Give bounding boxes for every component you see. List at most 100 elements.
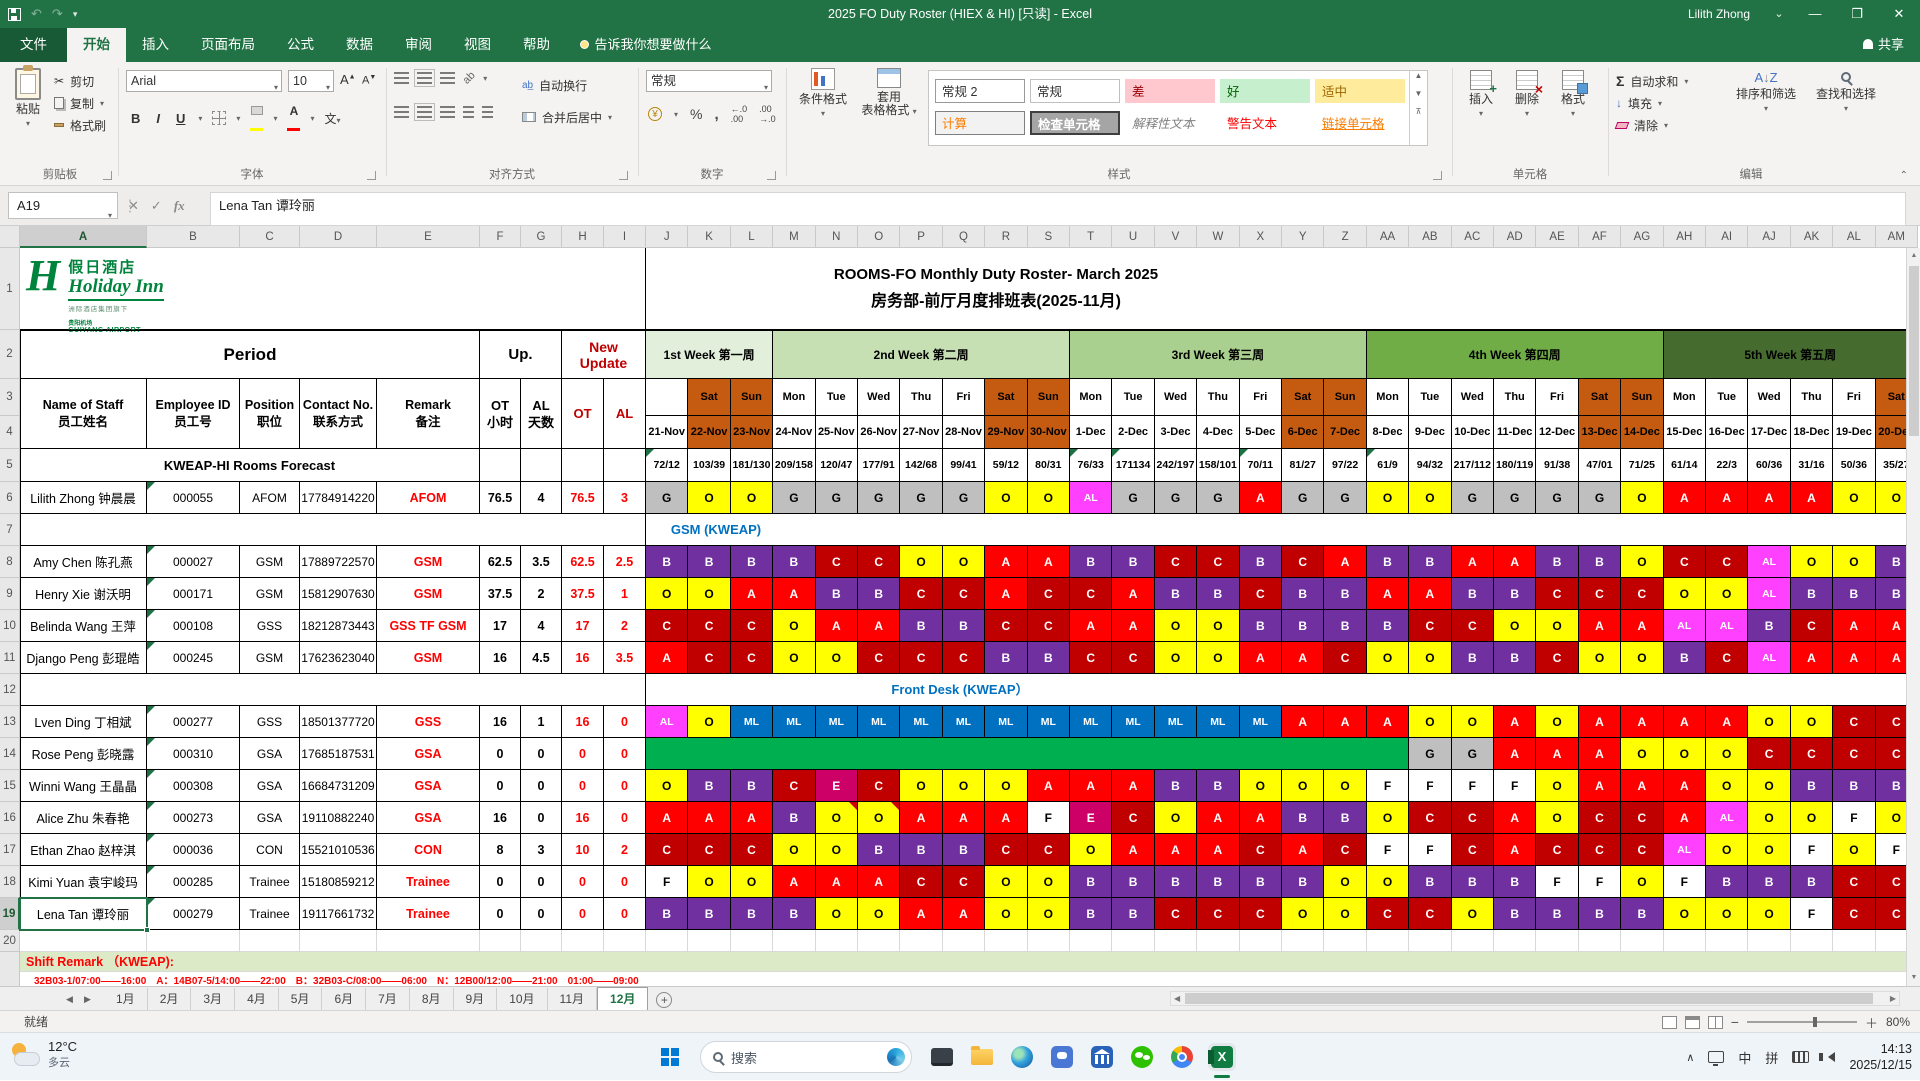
font-size-combo[interactable]: 10 ▾ (288, 70, 334, 92)
shift-cell[interactable]: A (1706, 482, 1749, 514)
shift-cell[interactable]: G (1451, 738, 1494, 770)
shift-cell[interactable]: B (1154, 578, 1198, 610)
format-cells-button[interactable]: 格式 ▾ (1552, 70, 1594, 120)
shift-cell[interactable]: A (773, 578, 816, 610)
staff-contact[interactable]: 16684731209 (300, 770, 377, 802)
shift-cell[interactable]: O (942, 770, 986, 802)
fill-color-icon[interactable] (250, 104, 264, 132)
shift-cell[interactable]: A (1494, 546, 1537, 578)
orientation-icon[interactable]: ab (461, 69, 478, 86)
column-header-F[interactable]: F (480, 226, 521, 248)
column-header-O[interactable]: O (858, 226, 901, 248)
column-header-AA[interactable]: AA (1366, 226, 1410, 248)
copy-button[interactable]: 复制 ▾ (54, 92, 106, 114)
column-header-AK[interactable]: AK (1790, 226, 1834, 248)
shift-cell[interactable]: F (1027, 802, 1070, 834)
staff-id[interactable]: 000277 (147, 706, 240, 738)
shift-cell[interactable]: B (1239, 546, 1282, 578)
shift-cell[interactable] (688, 738, 731, 770)
row-header-19[interactable]: 19 (0, 898, 20, 930)
tell-me-box[interactable]: 告诉我你想要做什么 (580, 34, 711, 53)
row-header-14[interactable]: 14 (0, 738, 20, 770)
shift-cell[interactable] (1027, 738, 1070, 770)
column-header-AI[interactable]: AI (1706, 226, 1749, 248)
staff-name[interactable]: Amy Chen 陈孔燕 (20, 546, 147, 578)
shift-cell[interactable]: C (1409, 898, 1452, 930)
shift-cell[interactable]: C (900, 578, 943, 610)
shift-cell[interactable]: G (942, 482, 986, 514)
shift-cell[interactable]: A (858, 866, 901, 898)
borders-icon[interactable] (212, 111, 227, 125)
shift-cell[interactable]: A (1282, 706, 1325, 738)
shift-cell[interactable]: F (1578, 866, 1622, 898)
shift-cell[interactable]: B (1494, 578, 1537, 610)
shift-cell[interactable]: F (1790, 898, 1834, 930)
shift-cell[interactable]: O (858, 802, 901, 834)
shift-cell[interactable]: A (1239, 642, 1282, 674)
staff-position[interactable]: Trainee (240, 898, 300, 930)
shift-cell[interactable] (985, 738, 1028, 770)
taskview-app-icon[interactable] (928, 1043, 956, 1071)
shift-cell[interactable]: C (1154, 546, 1198, 578)
shift-cell[interactable]: B (1536, 546, 1579, 578)
shift-cell[interactable]: G (1197, 482, 1240, 514)
shift-cell[interactable]: B (688, 898, 731, 930)
shift-cell[interactable]: B (1282, 802, 1325, 834)
start-button[interactable] (656, 1043, 684, 1071)
shift-cell[interactable]: O (985, 482, 1028, 514)
shift-cell[interactable]: O (688, 482, 731, 514)
shift-cell[interactable]: B (730, 898, 774, 930)
staff-ot-new[interactable]: 16 (562, 642, 604, 674)
ribbon-tab-file[interactable]: 文件 (0, 28, 67, 62)
shift-cell[interactable]: C (1621, 834, 1664, 866)
shift-cell[interactable]: O (1366, 482, 1410, 514)
shift-cell[interactable]: ML (1070, 706, 1113, 738)
shift-cell[interactable]: B (942, 834, 986, 866)
cell-style-计算[interactable]: 计算 (935, 111, 1025, 135)
row-header-13[interactable]: 13 (0, 706, 20, 738)
display-tray-icon[interactable] (1708, 1051, 1725, 1066)
shift-cell[interactable]: C (1706, 642, 1749, 674)
shift-cell[interactable]: O (1536, 770, 1579, 802)
column-header-V[interactable]: V (1154, 226, 1198, 248)
staff-name[interactable]: Belinda Wang 王萍 (20, 610, 147, 642)
shift-cell[interactable]: O (1833, 482, 1876, 514)
wechat-icon[interactable] (1128, 1043, 1156, 1071)
shift-cell[interactable]: C (1790, 738, 1834, 770)
shift-cell[interactable]: C (1324, 642, 1367, 674)
staff-al-new[interactable]: 2 (604, 610, 646, 642)
shift-cell[interactable]: B (858, 578, 901, 610)
shift-cell[interactable]: C (1536, 642, 1579, 674)
shift-cell[interactable]: B (1239, 610, 1282, 642)
column-header-AH[interactable]: AH (1663, 226, 1706, 248)
sheet-tab-10月[interactable]: 10月 (497, 988, 548, 1011)
shift-cell[interactable]: O (773, 610, 816, 642)
shift-cell[interactable]: C (900, 642, 943, 674)
staff-ot-new[interactable]: 0 (562, 770, 604, 802)
shift-cell[interactable]: O (1154, 610, 1198, 642)
shift-cell[interactable]: C (1621, 802, 1664, 834)
shift-cell[interactable]: C (1536, 834, 1579, 866)
shift-cell[interactable]: F (1494, 770, 1537, 802)
shift-cell[interactable]: O (815, 834, 858, 866)
italic-button[interactable]: I (153, 111, 163, 126)
shift-cell[interactable]: A (1663, 802, 1706, 834)
staff-ot-new[interactable]: 0 (562, 898, 604, 930)
shift-cell[interactable]: B (730, 546, 774, 578)
shift-cell[interactable]: C (1154, 898, 1198, 930)
row-header-20[interactable]: 20 (0, 930, 20, 952)
edge-browser-icon[interactable] (1008, 1043, 1036, 1071)
shift-cell[interactable]: O (730, 866, 774, 898)
column-header-AB[interactable]: AB (1409, 226, 1452, 248)
row-header-10[interactable]: 10 (0, 610, 20, 642)
column-header-U[interactable]: U (1112, 226, 1155, 248)
column-header-E[interactable]: E (377, 226, 480, 248)
shift-cell[interactable]: O (646, 578, 689, 610)
shift-cell[interactable]: G (646, 482, 689, 514)
number-format-combo[interactable]: 常规 ▾ (646, 70, 772, 92)
shift-cell[interactable]: A (1578, 706, 1622, 738)
shift-cell[interactable]: B (1070, 898, 1113, 930)
taskbar-search[interactable]: 搜索 (700, 1041, 912, 1073)
shift-cell[interactable]: O (1706, 738, 1749, 770)
sheet-tab-4月[interactable]: 4月 (235, 988, 279, 1011)
